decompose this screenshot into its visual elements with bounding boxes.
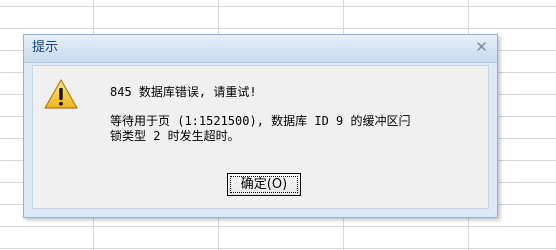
close-icon[interactable]: ✕ [474,40,489,55]
dialog-titlebar[interactable]: 提示 ✕ [24,35,497,63]
error-message-detail: 等待用于页 (1:1521500), 数据库 ID 9 的缓冲区闩 锁类型 2 … [110,114,411,144]
error-dialog: 提示 ✕ 845 数据库错误, 请重试! 等待用于页 (1:1521500), … [23,34,498,218]
ok-button[interactable]: 确定(O) [227,173,301,196]
dialog-body: 845 数据库错误, 请重试! 等待用于页 (1:1521500), 数据库 I… [32,65,489,209]
dialog-title: 提示 [32,40,59,55]
error-detail-line-1: 等待用于页 (1:1521500), 数据库 ID 9 的缓冲区闩 [110,114,411,128]
error-detail-line-2: 锁类型 2 时发生超时。 [110,129,240,143]
warning-triangle-icon [44,79,78,109]
error-message-title: 845 数据库错误, 请重试! [110,85,257,99]
ok-button-label: 确定(O) [240,177,288,192]
